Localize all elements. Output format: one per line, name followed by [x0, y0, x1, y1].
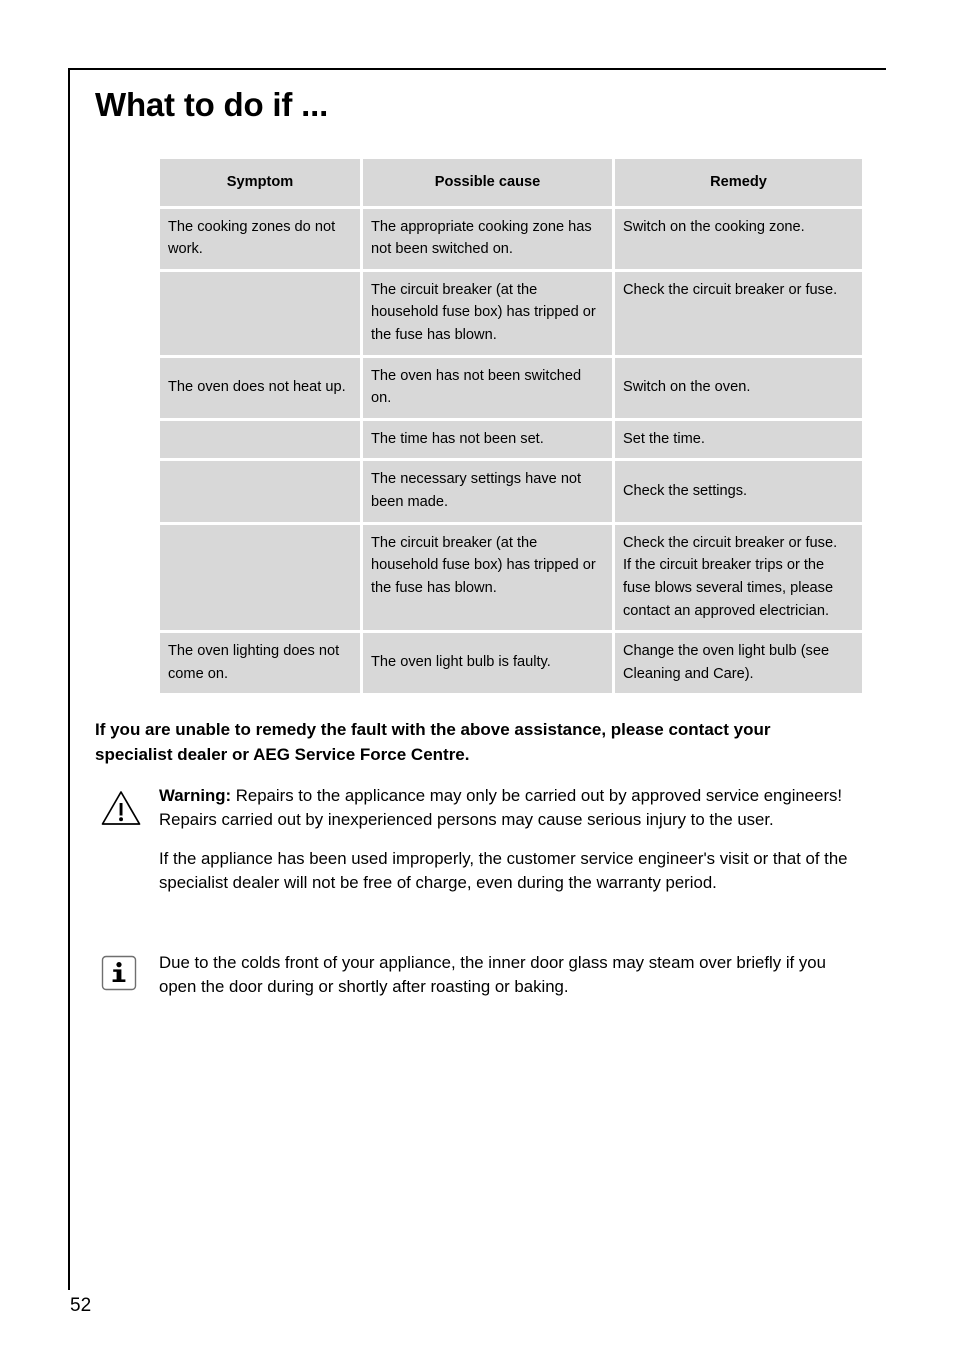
table-row: The oven lighting does not come on. The o…: [160, 633, 862, 694]
contact-dealer-notice: If you are unable to remedy the fault wi…: [95, 720, 771, 764]
warning-triangle-icon: [99, 788, 143, 828]
information-icon: [99, 955, 143, 995]
cell-symptom: The oven does not heat up.: [160, 357, 360, 418]
table-row: The time has not been set. Set the time.: [160, 420, 862, 459]
warning-label: Warning:: [159, 786, 232, 806]
improper-use-text: If the appliance has been used improperl…: [159, 848, 848, 892]
table-row: The cooking zones do not work. The approp…: [160, 208, 862, 269]
cell-symptom: [160, 420, 360, 459]
table-row: The necessary settings have not been mad…: [160, 461, 862, 522]
column-header-symptom: Symptom: [160, 159, 360, 206]
cell-possible-cause: The circuit breaker (at the household fu…: [363, 524, 612, 631]
warning-text-body: Warning: Repairs to the applicance may o…: [159, 784, 867, 832]
cell-remedy: Change the oven light bulb (see Cleaning…: [615, 633, 862, 694]
cell-remedy: Switch on the cooking zone.: [615, 208, 862, 269]
cell-symptom: The oven lighting does not come on.: [160, 633, 360, 694]
cell-symptom: [160, 461, 360, 522]
information-text: Due to the colds front of your appliance…: [159, 953, 826, 997]
table-row: The circuit breaker (at the household fu…: [160, 524, 862, 631]
cell-possible-cause: The appropriate cooking zone has not bee…: [363, 208, 612, 269]
cell-remedy: Check the settings.: [615, 461, 862, 522]
table-row: The oven does not heat up. The oven has n…: [160, 357, 862, 418]
cell-possible-cause: The oven has not been switched on.: [363, 357, 612, 418]
cell-remedy: Check the circuit breaker or fuse. If the…: [615, 524, 862, 631]
troubleshooting-table: Symptom Possible cause Remedy The cookin…: [157, 156, 865, 696]
table-header-row: Symptom Possible cause Remedy: [160, 159, 862, 206]
table-body: The cooking zones do not work. The approp…: [160, 208, 862, 694]
cell-remedy: Check the circuit breaker or fuse.: [615, 271, 862, 355]
page-content: What to do if ... Symptom Possible cause…: [95, 88, 885, 999]
improper-use-block: If the appliance has been used improperl…: [95, 847, 867, 895]
cell-possible-cause: The oven light bulb is faulty.: [363, 633, 612, 694]
cell-remedy: Switch on the oven.: [615, 357, 862, 418]
column-header-possible-cause: Possible cause: [363, 159, 612, 206]
cell-symptom: [160, 524, 360, 631]
page-title: What to do if ...: [95, 86, 329, 123]
column-header-remedy: Remedy: [615, 159, 862, 206]
cell-possible-cause: The circuit breaker (at the household fu…: [363, 271, 612, 355]
cell-remedy: Set the time.: [615, 420, 862, 459]
cell-symptom: The cooking zones do not work.: [160, 208, 360, 269]
page-frame-left-rule: [68, 68, 70, 1290]
page-number: 52: [70, 1295, 92, 1316]
information-block: Due to the colds front of your appliance…: [95, 951, 867, 999]
warning-text: Repairs to the applicance may only be ca…: [159, 786, 843, 830]
cell-symptom: [160, 271, 360, 355]
cell-possible-cause: The time has not been set.: [363, 420, 612, 459]
page-frame-top-rule: [68, 68, 886, 70]
table-row: The circuit breaker (at the household fu…: [160, 271, 862, 355]
warning-block: Warning: Repairs to the applicance may o…: [95, 784, 867, 832]
cell-possible-cause: The necessary settings have not been mad…: [363, 461, 612, 522]
